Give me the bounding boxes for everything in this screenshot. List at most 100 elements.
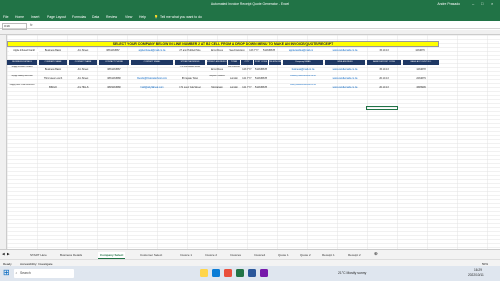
file-explorer-icon[interactable] xyxy=(200,269,208,277)
table-cell[interactable]: applecandles@mail.co xyxy=(279,49,323,52)
ribbon-tab-home[interactable]: Home xyxy=(15,15,24,19)
tab-quote-2[interactable]: Quote 2 xyxy=(298,252,313,258)
table-cell[interactable]: hold@subfillantharasar.co.za xyxy=(283,84,323,86)
clock-time[interactable]: 16:29 xyxy=(474,268,482,272)
table-cell[interactable]: 121 YYY xyxy=(241,77,253,80)
tab-quote-1[interactable]: Quote 1 xyxy=(276,252,291,258)
table-cell[interactable]: 0831234568 xyxy=(99,77,129,80)
table-cell[interactable]: Supply Hob Trade Merchant xyxy=(7,84,37,86)
word-icon[interactable] xyxy=(248,269,256,277)
weather-widget[interactable]: 21°C Mostly sunny xyxy=(338,271,366,275)
table-cell[interactable]: 20.10.13 xyxy=(367,77,401,80)
table-cell[interactable]: 512345678 xyxy=(254,68,268,71)
table-cell[interactable]: Emst Fixes xyxy=(207,68,227,71)
table-cell[interactable]: Business Basic xyxy=(39,68,67,71)
minimize-icon[interactable]: – xyxy=(472,1,474,6)
table-cell[interactable]: 512345678 xyxy=(254,77,268,80)
table-cell[interactable]: 270 ann Hubbell Street xyxy=(175,66,205,68)
zoom-level[interactable]: 50% xyxy=(482,262,488,266)
table-cell[interactable]: www.candlemails.co.za xyxy=(325,77,365,80)
table-cell[interactable]: 1234676 xyxy=(403,49,437,52)
tab-invoice-1[interactable]: Invoice 1 xyxy=(178,252,194,258)
table-cell[interactable]: 1234678 xyxy=(403,68,439,71)
table-cell[interactable]: 3345909 xyxy=(403,86,439,89)
clock-date[interactable]: 2022/10/11 xyxy=(468,273,484,277)
table-cell[interactable]: 123 YYY xyxy=(247,49,261,52)
tab-invoice-2[interactable]: Invoice 2 xyxy=(203,252,219,258)
table-cell[interactable]: 15.10.13 xyxy=(367,68,401,71)
table-cell[interactable]: 86 rayate Town xyxy=(175,77,205,80)
table-cell[interactable]: Am Street xyxy=(69,77,97,80)
table-cell[interactable]: Montanaio xyxy=(207,86,227,89)
table-cell[interactable]: 512345678 xyxy=(254,86,268,89)
table-cell[interactable]: 27 ann Hubbell Stre xyxy=(175,49,205,52)
user-name[interactable]: Andre Prasado xyxy=(437,2,460,6)
name-box[interactable]: O19 xyxy=(2,22,27,30)
table-cell[interactable]: 0831234567 xyxy=(99,49,127,52)
close-icon[interactable]: × xyxy=(491,1,493,6)
table-cell[interactable]: 15.10.13 xyxy=(367,49,401,52)
tab-invoices[interactable]: Invoices xyxy=(228,252,243,258)
table-cell[interactable]: London xyxy=(228,77,240,80)
table-cell[interactable]: Sea Francisco xyxy=(227,49,247,52)
ribbon-tab-insert[interactable]: Insert xyxy=(31,15,39,19)
table-cell[interactable]: Am Street xyxy=(69,49,97,52)
table-cell[interactable]: 123 YYY xyxy=(241,68,253,71)
table-cell[interactable]: www.candlemails.co.za xyxy=(325,86,365,89)
table-cell[interactable]: Stephen Jamolas xyxy=(207,75,227,77)
table-cell[interactable]: BINGO xyxy=(39,86,67,89)
add-sheet-icon[interactable]: ⊕ xyxy=(374,251,378,257)
table-cell[interactable]: Am HILLS xyxy=(69,86,97,89)
teams-icon[interactable] xyxy=(260,269,268,277)
table-cell[interactable]: London xyxy=(228,86,240,89)
table-cell[interactable]: 2234679 xyxy=(403,77,439,80)
table-cell[interactable]: friends@firstcoalschool.com xyxy=(131,77,173,80)
taskbar-search[interactable]: ⌕ Search xyxy=(14,269,74,278)
tell-me-search[interactable]: Tell me what you want to do xyxy=(160,15,202,19)
company-select-dropdown[interactable]: Apple Infused Candl xyxy=(9,49,39,52)
tab-business-details[interactable]: Business Details xyxy=(58,252,84,258)
tab-scroll-left-icon[interactable]: ◀ xyxy=(2,252,5,256)
tab-scroll-right-icon[interactable]: ▶ xyxy=(7,252,10,256)
ribbon-tab-help[interactable]: Help xyxy=(139,15,146,19)
table-cell[interactable]: 512345678 xyxy=(261,49,277,52)
table-cell[interactable]: 0815234568 xyxy=(99,86,129,89)
table-cell[interactable]: 121 YYY xyxy=(241,86,253,89)
table-cell[interactable]: www.candlemails.co.za xyxy=(325,49,365,52)
active-cell[interactable] xyxy=(366,106,398,110)
ribbon-tab-data[interactable]: Data xyxy=(92,15,99,19)
table-cell[interactable]: www.candlemails.co.za xyxy=(325,68,365,71)
tab-receipt-2[interactable]: Receipt 2 xyxy=(346,252,363,258)
edge-icon[interactable] xyxy=(212,269,220,277)
tab-customer-select[interactable]: Customer Select xyxy=(138,252,164,258)
table-cell[interactable]: Business Basic xyxy=(39,49,67,52)
tab-company-select[interactable]: Company Select xyxy=(98,252,126,259)
table-cell[interactable]: Emst Fixes xyxy=(207,49,227,52)
table-cell[interactable]: friends@themerchants.co.za xyxy=(283,75,323,77)
chrome-icon[interactable] xyxy=(224,269,232,277)
table-cell[interactable]: San Francisco xyxy=(228,66,240,68)
table-cell[interactable]: Supply Infused Candles xyxy=(7,66,37,68)
ribbon-tab-view[interactable]: View xyxy=(125,15,132,19)
windows-start-icon[interactable]: ⊞ xyxy=(3,268,10,277)
maximize-icon[interactable]: □ xyxy=(481,1,483,6)
row-header-strip[interactable] xyxy=(0,35,7,249)
fx-icon[interactable]: fx xyxy=(30,23,32,27)
table-cell[interactable]: 20.10.13 xyxy=(367,86,401,89)
table-cell[interactable]: appleinfused@mail.co.za xyxy=(132,49,172,52)
ribbon-tab-formulas[interactable]: Formulas xyxy=(72,15,86,19)
ribbon-tab-file[interactable]: File xyxy=(3,15,8,19)
table-cell[interactable]: Am Street xyxy=(69,68,97,71)
tab-start-here[interactable]: START Here xyxy=(28,252,49,258)
accessibility-status[interactable]: Accessibility: Investigate xyxy=(20,262,53,266)
table-cell[interactable]: business@mail.co.za xyxy=(283,68,323,71)
tab-invoice4[interactable]: Invoice4 xyxy=(252,252,267,258)
table-cell[interactable]: Supply Hobby Merchant xyxy=(7,75,37,77)
table-cell[interactable]: 171 overr Isla Street xyxy=(175,86,205,89)
excel-icon[interactable] xyxy=(236,269,244,277)
table-cell[interactable]: Third uses Lunch xyxy=(39,77,67,80)
table-cell[interactable]: hold@abyllaheat.com xyxy=(131,86,173,89)
ribbon-tab-page-layout[interactable]: Page Layout xyxy=(47,15,66,19)
table-cell[interactable]: 0831234567 xyxy=(99,68,129,71)
ribbon-tab-review[interactable]: Review xyxy=(106,15,117,19)
